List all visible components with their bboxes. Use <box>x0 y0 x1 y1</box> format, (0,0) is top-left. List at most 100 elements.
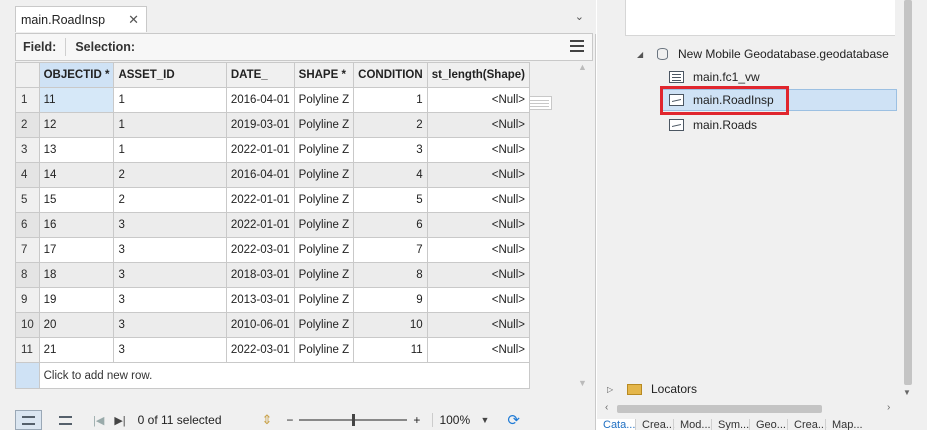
table-cell-shape[interactable]: Polyline Z <box>293 262 355 288</box>
row-number[interactable]: 2 <box>15 112 40 138</box>
tab-create[interactable]: Crea... <box>635 419 675 430</box>
catalog-item-fc1-vw[interactable]: main.fc1_vw <box>669 66 760 88</box>
table-row[interactable]: 11 21 3 2022-03-01 Polyline Z 11 <Null> <box>15 337 531 363</box>
menu-icon[interactable] <box>570 40 584 52</box>
table-cell-asset-id[interactable]: 3 <box>113 212 227 238</box>
table-cell-objectid[interactable]: 13 <box>38 137 115 163</box>
table-cell-objectid[interactable]: 18 <box>38 262 115 288</box>
row-number[interactable]: 8 <box>15 262 40 288</box>
column-header-shape[interactable]: SHAPE * <box>293 62 355 88</box>
table-cell-shape[interactable]: Polyline Z <box>293 237 355 263</box>
refresh-icon[interactable]: ⟳ <box>507 411 520 429</box>
table-cell-objectid[interactable]: 19 <box>38 287 115 313</box>
zoom-out-icon[interactable]: − <box>286 413 293 427</box>
catalog-vertical-scrollbar[interactable]: ▼ <box>901 0 914 400</box>
table-cell-date[interactable]: 2016-04-01 <box>225 87 295 113</box>
table-cell-objectid[interactable]: 15 <box>38 187 115 213</box>
row-number[interactable]: 5 <box>15 187 40 213</box>
table-cell-condition[interactable]: 7 <box>353 237 428 263</box>
add-row-marker[interactable] <box>15 362 40 389</box>
show-all-records-icon[interactable] <box>15 410 42 430</box>
table-cell-asset-id[interactable]: 1 <box>113 137 227 163</box>
table-cell-shape[interactable]: Polyline Z <box>293 137 355 163</box>
table-cell-shape[interactable]: Polyline Z <box>293 187 355 213</box>
table-cell-length[interactable]: <Null> <box>426 337 531 363</box>
table-cell-length[interactable]: <Null> <box>426 262 531 288</box>
table-row[interactable]: 3 13 1 2022-01-01 Polyline Z 3 <Null> <box>15 137 531 163</box>
table-cell-asset-id[interactable]: 3 <box>113 312 227 338</box>
zoom-thumb[interactable] <box>352 414 356 426</box>
scroll-down-icon[interactable]: ▼ <box>578 378 587 388</box>
table-row[interactable]: 8 18 3 2018-03-01 Polyline Z 8 <Null> <box>15 262 531 288</box>
table-cell-condition[interactable]: 4 <box>353 162 428 188</box>
table-cell-shape[interactable]: Polyline Z <box>293 87 355 113</box>
table-cell-date[interactable]: 2022-03-01 <box>225 237 295 263</box>
table-cell-asset-id[interactable]: 3 <box>113 237 227 263</box>
table-cell-date[interactable]: 2022-01-01 <box>225 187 295 213</box>
table-cell-shape[interactable]: Polyline Z <box>293 312 355 338</box>
table-cell-date[interactable]: 2022-01-01 <box>225 137 295 163</box>
table-cell-shape[interactable]: Polyline Z <box>293 162 355 188</box>
table-cell-length[interactable]: <Null> <box>426 287 531 313</box>
column-header-date[interactable]: DATE_ <box>225 62 295 88</box>
zoom-in-icon[interactable]: + <box>413 413 420 427</box>
locators-node[interactable]: ▷ Locators <box>607 378 697 400</box>
table-cell-asset-id[interactable]: 1 <box>113 87 227 113</box>
table-row[interactable]: 6 16 3 2022-01-01 Polyline Z 6 <Null> <box>15 212 531 238</box>
scroll-left-icon[interactable]: ‹ <box>605 402 608 413</box>
column-header-objectid[interactable]: OBJECTID * <box>38 62 115 88</box>
tab-modify[interactable]: Mod... <box>673 419 711 430</box>
table-cell-condition[interactable]: 3 <box>353 137 428 163</box>
table-cell-objectid[interactable]: 16 <box>38 212 115 238</box>
next-record-icon[interactable]: ▶| <box>114 414 125 427</box>
zoom-dropdown-icon[interactable]: ▼ <box>480 415 489 425</box>
scroll-right-icon[interactable]: › <box>887 402 890 413</box>
table-cell-objectid[interactable]: 12 <box>38 112 115 138</box>
table-cell-length[interactable]: <Null> <box>426 137 531 163</box>
table-cell-length[interactable]: <Null> <box>426 87 531 113</box>
table-cell-length[interactable]: <Null> <box>426 187 531 213</box>
row-header-corner[interactable] <box>15 62 40 88</box>
row-number[interactable]: 6 <box>15 212 40 238</box>
show-selected-records-icon[interactable] <box>52 410 79 430</box>
table-cell-shape[interactable]: Polyline Z <box>293 337 355 363</box>
table-cell-date[interactable]: 2018-03-01 <box>225 262 295 288</box>
table-cell-shape[interactable]: Polyline Z <box>293 287 355 313</box>
column-header-asset-id[interactable]: ASSET_ID <box>113 62 227 88</box>
table-cell-date[interactable]: 2013-03-01 <box>225 287 295 313</box>
close-icon[interactable]: ✕ <box>128 12 139 28</box>
table-cell-date[interactable]: 2016-04-01 <box>225 162 295 188</box>
table-row[interactable]: 7 17 3 2022-03-01 Polyline Z 7 <Null> <box>15 237 531 263</box>
table-cell-condition[interactable]: 11 <box>353 337 428 363</box>
table-cell-length[interactable]: <Null> <box>426 112 531 138</box>
table-row[interactable]: 9 19 3 2013-03-01 Polyline Z 9 <Null> <box>15 287 531 313</box>
tab-symbology[interactable]: Sym... <box>711 419 749 430</box>
table-cell-asset-id[interactable]: 1 <box>113 112 227 138</box>
table-cell-condition[interactable]: 8 <box>353 262 428 288</box>
table-cell-condition[interactable]: 6 <box>353 212 428 238</box>
table-cell-asset-id[interactable]: 3 <box>113 262 227 288</box>
expand-icon[interactable]: ▷ <box>607 385 619 394</box>
row-height-icon[interactable]: ⇕ <box>262 412 273 428</box>
column-header-st-length[interactable]: st_length(Shape) <box>426 62 531 88</box>
row-number[interactable]: 9 <box>15 287 40 313</box>
add-row[interactable]: Click to add new row. <box>15 362 531 389</box>
row-number[interactable]: 10 <box>15 312 40 338</box>
column-header-condition[interactable]: CONDITION <box>353 62 428 88</box>
table-vertical-scrollbar[interactable]: ▲ ▼ <box>574 62 590 392</box>
table-cell-condition[interactable]: 10 <box>353 312 428 338</box>
add-row-text[interactable]: Click to add new row. <box>38 362 531 389</box>
scroll-thumb[interactable] <box>617 405 822 413</box>
tab-main-roadinsp[interactable]: main.RoadInsp ✕ <box>15 6 147 81</box>
tab-create-features[interactable]: Crea... <box>787 419 827 430</box>
table-cell-condition[interactable]: 5 <box>353 187 428 213</box>
zoom-value[interactable]: 100% <box>432 413 476 427</box>
row-number[interactable]: 3 <box>15 137 40 163</box>
zoom-slider[interactable]: − + <box>286 413 420 427</box>
table-cell-objectid[interactable]: 20 <box>38 312 115 338</box>
table-cell-asset-id[interactable]: 2 <box>113 162 227 188</box>
table-cell-objectid[interactable]: 17 <box>38 237 115 263</box>
tab-catalog[interactable]: Cata... <box>597 419 635 430</box>
geodatabase-node[interactable]: ◢ New Mobile Geodatabase.geodatabase <box>637 43 889 65</box>
table-cell-shape[interactable]: Polyline Z <box>293 212 355 238</box>
